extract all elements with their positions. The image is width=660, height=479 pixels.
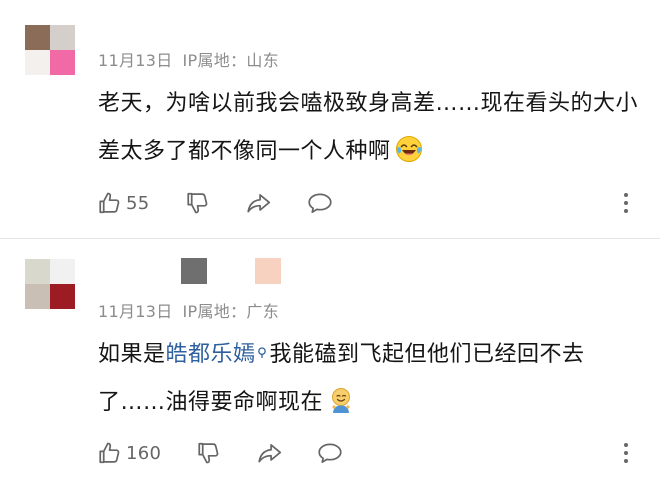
like-button[interactable]: 55 — [97, 188, 150, 218]
thumbs-up-icon — [99, 192, 120, 214]
comment-actions: 160 — [97, 438, 642, 468]
ip-location-label: IP属地： — [182, 302, 247, 321]
avatar-pixel — [50, 259, 75, 284]
search-icon[interactable] — [257, 347, 268, 358]
smiling-face-emoji — [332, 388, 351, 413]
avatar-pixel — [50, 284, 75, 309]
thumbs-up-icon — [99, 442, 120, 464]
comment-item: 11月13日 IP属地：广东 如果是皓都乐嫣 我能磕到飞起但他们已经回不去了……油… — [0, 240, 660, 479]
like-count: 55 — [126, 192, 150, 214]
thumbs-down-icon — [198, 442, 219, 464]
like-button[interactable]: 160 — [97, 438, 161, 468]
share-button[interactable] — [245, 188, 273, 218]
share-button[interactable] — [256, 438, 284, 468]
comment-date: 11月13日 — [98, 51, 173, 70]
more-vertical-icon — [624, 443, 628, 463]
like-count: 160 — [126, 442, 162, 464]
more-button[interactable] — [614, 438, 638, 468]
comment-meta: 11月13日 IP属地：广东 — [98, 298, 279, 322]
dislike-button[interactable] — [196, 438, 222, 468]
comment-text: 如果是皓都乐嫣 我能磕到飞起但他们已经回不去了……油得要命啊现在 — [98, 331, 638, 427]
censor-block — [181, 258, 207, 284]
ip-location-label: IP属地： — [182, 51, 247, 70]
avatar[interactable] — [25, 259, 75, 309]
reply-bubble-icon — [318, 443, 342, 464]
username-censored[interactable] — [181, 258, 329, 284]
reply-button[interactable] — [316, 438, 344, 468]
mention-link[interactable]: 皓都乐嫣 — [166, 342, 256, 367]
ip-location: 广东 — [246, 302, 280, 321]
avatar-pixel — [50, 50, 75, 75]
crying-laughing-face-emoji — [395, 136, 422, 162]
more-vertical-icon — [624, 193, 628, 213]
ip-location: 山东 — [246, 51, 280, 70]
censor-block — [255, 258, 281, 284]
dislike-button[interactable] — [185, 188, 211, 218]
comment-actions: 55 — [97, 188, 642, 218]
avatar[interactable] — [25, 25, 75, 75]
comment-item: 11月13日 IP属地：山东 老天，为啥以前我会嗑极致身高差……现在看头的大小差太… — [0, 0, 660, 240]
avatar-pixel — [25, 284, 50, 309]
comment-body-start: 如果是 — [98, 342, 166, 367]
share-arrow-icon — [247, 194, 271, 213]
avatar-pixel — [25, 25, 50, 50]
thumbs-down-icon — [187, 192, 208, 214]
comment-meta: 11月13日 IP属地：山东 — [98, 47, 279, 71]
comment-text: 老天，为啥以前我会嗑极致身高差……现在看头的大小差太多了都不像同一个人种啊 — [98, 80, 638, 176]
avatar-pixel — [25, 259, 50, 284]
avatar-pixel — [50, 25, 75, 50]
comment-body: 老天，为啥以前我会嗑极致身高差……现在看头的大小差太多了都不像同一个人种啊 — [98, 91, 639, 164]
more-button[interactable] — [614, 188, 638, 218]
avatar-pixel — [25, 50, 50, 75]
share-arrow-icon — [258, 444, 282, 463]
reply-button[interactable] — [306, 188, 334, 218]
reply-bubble-icon — [308, 193, 332, 214]
comment-date: 11月13日 — [98, 302, 173, 321]
comment-divider — [0, 238, 660, 239]
